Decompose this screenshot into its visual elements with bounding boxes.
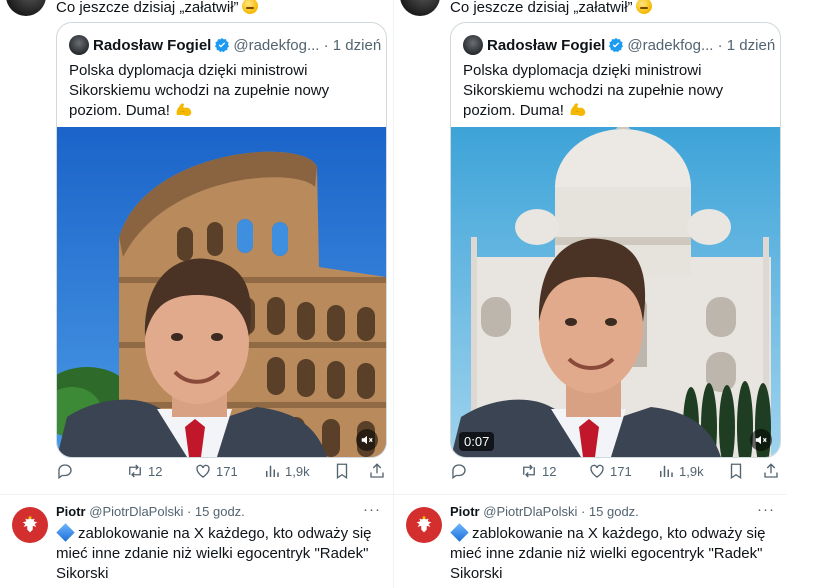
video-media[interactable]: 0:07	[451, 127, 780, 457]
post-text: Co jeszcze dzisiaj „załatwił”	[56, 0, 258, 16]
reply-text: zablokowanie na X każdego, kto odważy si…	[450, 523, 766, 582]
views-count: 1,9k	[285, 463, 310, 479]
reply-text: zablokowanie na X każdego, kto odważy si…	[56, 523, 372, 582]
reply-author-handle[interactable]: @PiotrDlaPolski · 15 godz.	[483, 504, 639, 519]
views-button[interactable]: 1,9k	[263, 462, 310, 480]
thinking-face-icon	[241, 0, 258, 14]
quoted-tweet[interactable]: Radosław Fogiel @radekfog... · 1 dzień P…	[450, 22, 781, 458]
video-media[interactable]	[57, 127, 386, 457]
avatar[interactable]	[6, 0, 46, 16]
like-count: 171	[216, 463, 238, 479]
views-icon	[660, 465, 673, 477]
colosseum-selfie-image	[57, 127, 386, 457]
views-icon	[266, 465, 279, 477]
heart-icon	[590, 464, 604, 478]
post-text: Co jeszcze dzisiaj „załatwił”	[450, 0, 652, 16]
reply-author-name[interactable]: Piotr	[450, 504, 480, 519]
more-icon[interactable]: ···	[363, 501, 381, 518]
verified-badge-icon	[215, 38, 230, 53]
avatar[interactable]	[400, 0, 440, 16]
verified-badge-icon	[609, 38, 624, 53]
tweet-actions: 12 171 1,9k	[450, 462, 780, 484]
tweet-actions: 12 171 1,9k	[56, 462, 386, 484]
author-handle-timestamp[interactable]: @radekfog... · 1 dzień	[233, 37, 381, 54]
flexed-biceps-icon	[570, 103, 586, 116]
reply-tweet[interactable]: Piotr @PiotrDlaPolski · 15 godz. ··· zab…	[394, 495, 787, 588]
like-button[interactable]: 171	[588, 462, 632, 480]
avatar[interactable]	[463, 35, 483, 55]
retweet-icon	[129, 464, 141, 478]
reply-author-handle[interactable]: @PiotrDlaPolski · 15 godz.	[89, 504, 245, 519]
thinking-face-icon	[635, 0, 652, 14]
more-icon[interactable]: ···	[757, 501, 775, 518]
post-panel-right: Co jeszcze dzisiaj „załatwił” Radosław F…	[394, 0, 787, 588]
share-icon	[370, 463, 384, 478]
quoted-text: Polska dyplomacja dzięki ministrowi Siko…	[463, 62, 724, 119]
polish-eagle-icon	[416, 516, 432, 533]
reply-button[interactable]	[450, 462, 472, 480]
like-button[interactable]: 171	[194, 462, 238, 480]
views-count: 1,9k	[679, 463, 704, 479]
video-duration: 0:07	[459, 432, 495, 451]
bookmark-icon	[730, 463, 742, 480]
retweet-icon	[523, 464, 535, 478]
author-name[interactable]: Radosław Fogiel	[487, 37, 605, 54]
retweet-button[interactable]: 12	[520, 462, 556, 480]
blue-diamond-icon	[450, 523, 469, 542]
avatar[interactable]	[406, 507, 442, 543]
flexed-biceps-icon	[176, 103, 192, 116]
reply-icon	[452, 464, 466, 480]
reply-tweet[interactable]: Piotr @PiotrDlaPolski · 15 godz. ··· zab…	[0, 495, 393, 588]
views-button[interactable]: 1,9k	[657, 462, 704, 480]
retweet-button[interactable]: 12	[126, 462, 162, 480]
share-icon	[764, 463, 778, 478]
reply-author-name[interactable]: Piotr	[56, 504, 86, 519]
speaker-muted-icon[interactable]	[356, 429, 378, 451]
bookmark-button[interactable]	[727, 462, 749, 480]
author-name[interactable]: Radosław Fogiel	[93, 37, 211, 54]
share-button[interactable]	[762, 462, 784, 480]
bookmark-icon	[336, 463, 348, 480]
bookmark-button[interactable]	[333, 462, 355, 480]
author-handle-timestamp[interactable]: @radekfog... · 1 dzień	[627, 37, 775, 54]
retweet-count: 12	[542, 463, 557, 479]
reply-icon	[58, 464, 72, 480]
like-count: 171	[610, 463, 632, 479]
quoted-text: Polska dyplomacja dzięki ministrowi Siko…	[69, 62, 330, 119]
quoted-tweet[interactable]: Radosław Fogiel @radekfog... · 1 dzień P…	[56, 22, 387, 458]
post-panel-left: Co jeszcze dzisiaj „załatwił” Radosław F…	[0, 0, 393, 588]
taj-mahal-selfie-image	[451, 127, 780, 457]
avatar[interactable]	[69, 35, 89, 55]
polish-eagle-icon	[22, 516, 38, 533]
share-button[interactable]	[368, 462, 390, 480]
speaker-muted-icon[interactable]	[750, 429, 772, 451]
retweet-count: 12	[148, 463, 163, 479]
heart-icon	[196, 464, 210, 478]
avatar[interactable]	[12, 507, 48, 543]
blue-diamond-icon	[56, 523, 75, 542]
reply-button[interactable]	[56, 462, 78, 480]
